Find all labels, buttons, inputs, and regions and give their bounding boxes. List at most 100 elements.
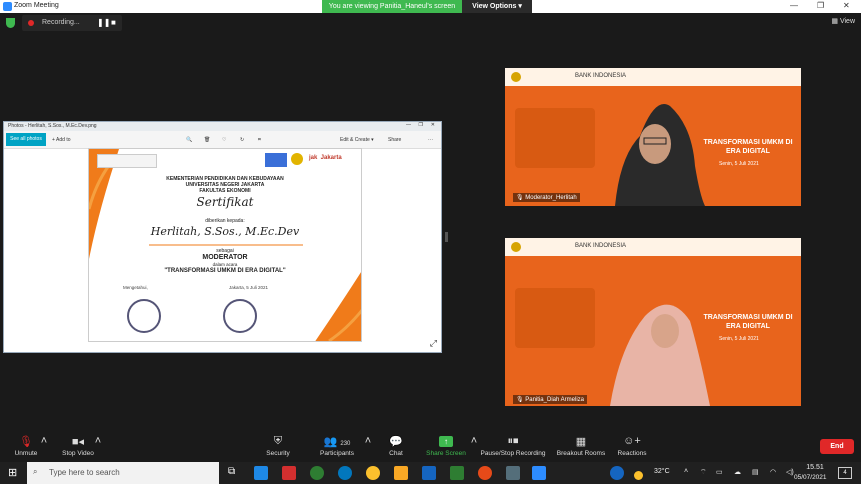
system-icon[interactable]: ▤ xyxy=(752,468,759,476)
shield-icon: ⛨ xyxy=(273,435,283,447)
pause-stop-icon: ⏸⏹ xyxy=(507,435,519,447)
illustration-image xyxy=(515,288,595,348)
breakout-rooms-button[interactable]: ▦ Breakout Rooms xyxy=(554,432,608,457)
weather-icon[interactable] xyxy=(610,466,624,480)
video-tile-panitia[interactable]: BANK INDONESIA TRANSFORMASI UMKM DI ERA … xyxy=(505,238,801,406)
favorite-icon[interactable]: ♡ xyxy=(222,137,226,143)
recording-dot-icon xyxy=(28,20,34,26)
clock-date[interactable]: 05/07/2021 xyxy=(794,474,827,481)
edit-create-label: Edit & Create xyxy=(340,137,370,143)
share-screen-label: Share Screen xyxy=(426,450,466,457)
app-icon[interactable] xyxy=(506,466,520,480)
zoom-icon[interactable]: 🔍 xyxy=(186,137,192,143)
cert-event: "TRANSFORMASI UMKM DI ERA DIGITAL" xyxy=(164,268,286,274)
breakout-rooms-icon: ▦ xyxy=(575,436,587,448)
network-icon[interactable]: ⌔ xyxy=(700,468,707,477)
close-icon[interactable]: ✕ xyxy=(843,1,850,10)
tile-name-label: 🎙 Moderator_Herlitah xyxy=(513,193,580,202)
photos-title-bar: Photos - Herlitah, S.Sos., M.Ec.Dev.png … xyxy=(4,122,441,131)
share-button[interactable]: Share xyxy=(388,137,401,143)
task-view-icon[interactable]: ⧉ xyxy=(228,466,235,477)
video-tile-moderator[interactable]: BANK INDONESIA TRANSFORMASI UMKM DI ERA … xyxy=(505,68,801,206)
stop-recording-icon[interactable]: ■ xyxy=(111,18,116,27)
tile-logo-bar xyxy=(505,68,801,86)
cert-faculty: FAKULTAS EKONOMI xyxy=(199,188,251,194)
view-button[interactable]: ▦ View xyxy=(831,17,855,25)
share-screen-button[interactable]: ↑ Share Screen xyxy=(424,432,468,457)
certificate-image: jak Jakarta KEMENTERIAN PENDIDIKAN DAN K… xyxy=(88,148,362,342)
pause-stop-recording-button[interactable]: ⏸⏹ Pause/Stop Recording xyxy=(478,432,548,457)
participant-video xyxy=(610,304,710,406)
word-app-icon[interactable] xyxy=(422,466,436,480)
powerpoint-app-icon[interactable] xyxy=(478,466,492,480)
see-all-photos-button[interactable]: See all photos xyxy=(6,133,46,146)
video-options-caret-icon[interactable]: ˄ xyxy=(92,432,104,450)
share-arrow-icon: ↑ xyxy=(424,435,468,448)
shared-photos-window: Photos - Herlitah, S.Sos., M.Ec.Dev.png … xyxy=(3,121,442,353)
restore-icon[interactable]: ❐ xyxy=(817,1,824,10)
taskbar-search-box[interactable]: ⌕ Type here to search xyxy=(27,462,219,484)
pause-recording-label: Pause/Stop Recording xyxy=(480,450,546,457)
muted-mic-icon: 🎙 xyxy=(516,397,524,403)
participants-button[interactable]: 👥 230 Participants xyxy=(316,432,358,457)
pause-recording-icon[interactable]: ❚❚ xyxy=(97,18,110,27)
reactions-button[interactable]: ☺+ Reactions xyxy=(614,432,650,457)
security-shield-icon xyxy=(6,18,15,28)
chat-bubble-icon: 💬 xyxy=(389,436,403,448)
delete-icon[interactable]: 🗑 xyxy=(204,137,210,143)
chrome-browser-icon[interactable] xyxy=(366,466,380,480)
excel-app-icon[interactable] xyxy=(450,466,464,480)
add-to-button[interactable]: + Add to xyxy=(52,137,71,143)
minimize-icon[interactable]: — xyxy=(790,1,798,10)
meeting-toolbar: 🎙 Unmute ˄ ■◂ Stop Video ˄ ⛨ Security 👥 230… xyxy=(0,432,861,462)
crop-icon[interactable]: ⌗ xyxy=(258,137,261,143)
whatsapp-app-icon[interactable] xyxy=(310,466,324,480)
expand-icon[interactable]: ⤢ xyxy=(430,338,437,349)
splitter-handle[interactable] xyxy=(445,232,448,242)
photos-close-icon[interactable]: ✕ xyxy=(431,122,435,128)
view-options-button[interactable]: View Options ▾ xyxy=(462,0,532,13)
sun-icon xyxy=(634,471,643,480)
participant-video xyxy=(615,104,705,206)
zoom-app-icon[interactable] xyxy=(532,466,546,480)
photos-title: Photos - Herlitah, S.Sos., M.Ec.Dev.png xyxy=(8,123,97,129)
file-explorer-icon[interactable] xyxy=(394,466,408,480)
edit-create-button[interactable]: Edit & Create ▾ xyxy=(340,137,374,143)
cert-heading: Sertifikat xyxy=(196,195,254,209)
tile-date: Senin, 5 Juli 2021 xyxy=(719,161,759,167)
battery-icon[interactable]: ▭ xyxy=(716,468,723,476)
audio-options-caret-icon[interactable]: ˄ xyxy=(38,432,50,450)
store-app-icon[interactable] xyxy=(254,466,268,480)
cert-given-to: diberikan kepada: xyxy=(205,218,245,224)
recording-label: Recording... xyxy=(42,19,80,26)
tile-headline: TRANSFORMASI UMKM DI ERA DIGITAL xyxy=(703,139,793,155)
tile-name-label: 🎙 Panitia_Diah Armeliza xyxy=(513,395,587,404)
participants-caret-icon[interactable]: ˄ xyxy=(362,432,374,450)
grid-icon: ▦ xyxy=(831,18,838,25)
rotate-icon[interactable]: ↻ xyxy=(240,137,244,143)
chat-button[interactable]: 💬 Chat xyxy=(382,432,410,457)
right-stamp-icon xyxy=(223,299,257,333)
volume-icon[interactable]: ◁) xyxy=(786,468,794,476)
cert-recipient-name: Herlitah, S.Sos., M.Ec.Dev xyxy=(150,225,300,238)
illustration-image xyxy=(515,108,595,168)
wifi-icon[interactable]: ◠ xyxy=(770,468,776,476)
more-options-icon[interactable]: ··· xyxy=(428,137,433,143)
clock-time[interactable]: 15.51 xyxy=(802,464,828,471)
cloud-icon[interactable]: ☁ xyxy=(734,468,741,476)
notification-count[interactable]: 4 xyxy=(838,467,852,479)
cert-left-signature-label: Mengetahui, xyxy=(123,285,148,290)
security-button[interactable]: ⛨ Security xyxy=(262,432,294,457)
tray-overflow-icon[interactable]: ˄ xyxy=(684,468,688,475)
end-meeting-button[interactable]: End xyxy=(820,439,854,454)
jakarta-logo: jak Jakarta xyxy=(309,155,342,161)
view-label: View xyxy=(839,18,855,25)
reactions-label: Reactions xyxy=(617,450,647,457)
photos-restore-icon[interactable]: ❐ xyxy=(419,122,423,128)
photos-minimize-icon[interactable]: — xyxy=(406,122,411,128)
edge-browser-icon[interactable] xyxy=(338,466,352,480)
acrobat-app-icon[interactable] xyxy=(282,466,296,480)
participants-icon: 👥 230 xyxy=(323,436,351,448)
windows-start-icon[interactable]: ⊞ xyxy=(8,466,17,479)
temperature: 32°C xyxy=(654,468,670,475)
